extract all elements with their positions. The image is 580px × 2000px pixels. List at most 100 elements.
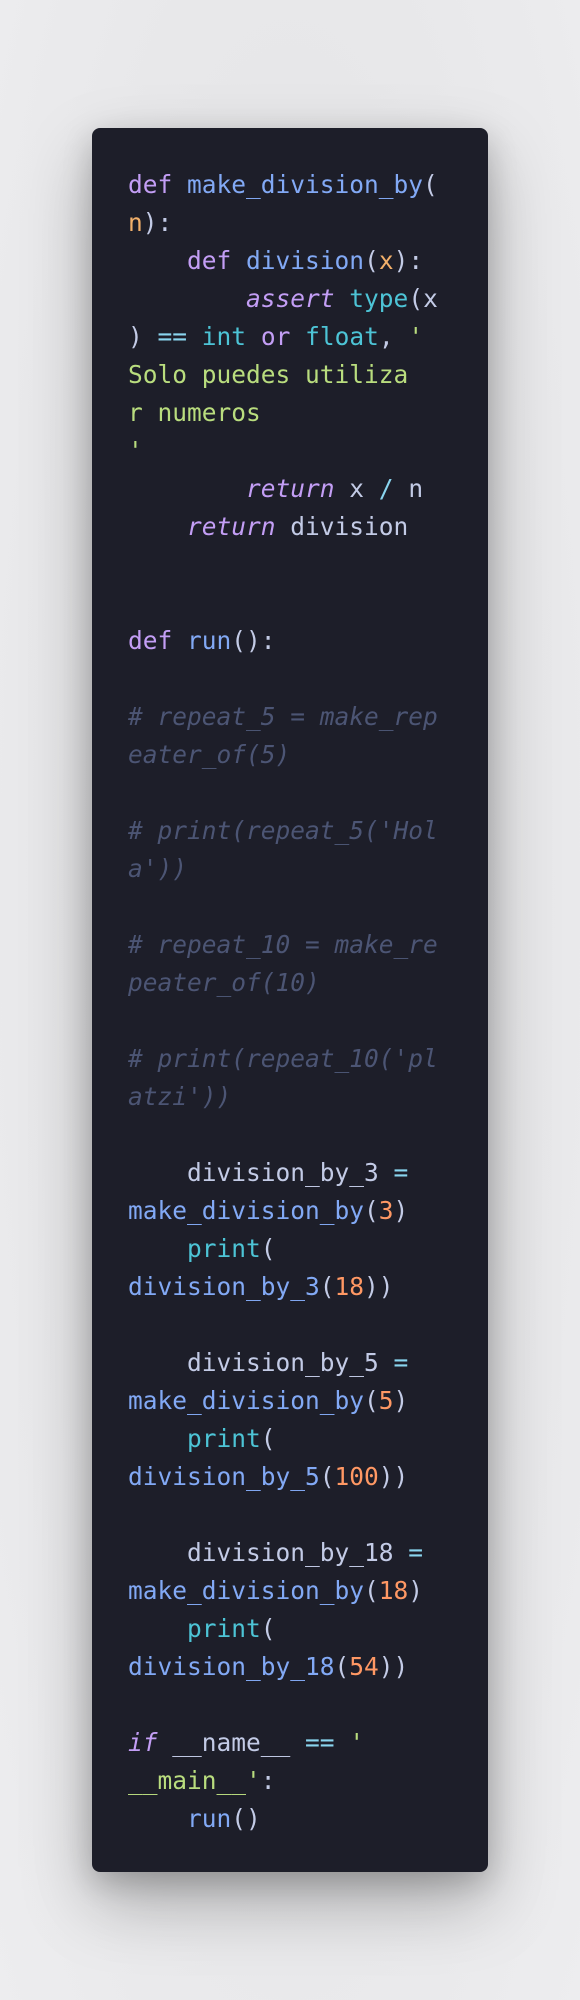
keyword-token: def [128,170,173,199]
function-token: make_division_by [128,1196,365,1225]
code-line: # print(repeat_10('pl [128,1040,464,1078]
text-token: ( [260,1614,276,1643]
code-line: def division(x): [128,242,464,280]
text-token: ( [423,170,438,199]
text-token: x [334,474,379,503]
function-token: make_division_by [128,1386,365,1415]
text-token: division [275,512,409,541]
function-token: run [187,626,232,655]
number-token: 18 [334,1272,365,1301]
comment-token: # repeat_10 = make_re [128,930,438,959]
code-line: return x / n [128,470,464,508]
comment-token: a')) [128,854,188,883]
keyword-token: def [128,626,173,655]
code-line: make_division_by(3) [128,1192,464,1230]
function-token: make_division_by [187,170,424,199]
code-line: print( [128,1230,464,1268]
text-token: : [260,1766,276,1795]
comment-token: # print(repeat_10('pl [128,1044,438,1073]
text-token: division_by_3 [128,1158,394,1187]
comment-token: atzi')) [128,1082,232,1111]
string-token: r numeros [128,398,261,427]
function-token: division_by_18 [128,1652,335,1681]
text-token: ( [364,1386,379,1415]
text-token: () [231,1804,261,1833]
operator-token: = [408,1538,424,1567]
builtin-token: int [201,322,247,351]
text-token: ) [128,322,158,351]
text-token: (): [231,626,276,655]
text-token: ) [393,1196,409,1225]
comment-token: # repeat_5 = make_rep [128,702,438,731]
parameter-token: x [378,246,394,275]
comment-token: peater_of(10) [128,968,320,997]
text-token: )) [378,1462,409,1491]
text-token: division_by_18 [128,1538,409,1567]
code-line: division_by_5(100)) [128,1458,464,1496]
text-token: x [423,284,438,313]
code-line: # repeat_5 = make_rep [128,698,464,736]
builtin-token: print [187,1234,261,1263]
text-token: ): [393,246,424,275]
code-line: assert type(x [128,280,464,318]
operator-token: == [305,1728,335,1757]
string-token: ' [349,1728,365,1757]
text-token: ( [319,1272,335,1301]
comment-token: eater_of(5) [128,740,291,769]
operator-token: / [378,474,394,503]
text-token: ( [364,1196,379,1225]
function-token: run [187,1804,232,1833]
operator-token: = [393,1158,409,1187]
parameter-token: n [128,208,143,237]
function-token: division_by_5 [128,1462,320,1491]
text-token: )) [364,1272,394,1301]
keyword-token: if [128,1728,158,1757]
operator-token: == [157,322,188,351]
number-token: 5 [378,1386,394,1415]
keyword-token: return [246,474,335,503]
text-token: ( [408,284,424,313]
code-line: ' [128,432,464,470]
text-token: __name__ [157,1728,306,1757]
text-token: division_by_5 [128,1348,394,1377]
code-line: make_division_by(5) [128,1382,464,1420]
code-line: peater_of(10) [128,964,464,1002]
code-line: # print(repeat_5('Hol [128,812,464,850]
text-token: )) [378,1652,409,1681]
operator-token: = [393,1348,409,1377]
function-token: division_by_3 [128,1272,320,1301]
text-token: , [378,322,409,351]
string-token: Solo puedes utiliza [128,360,409,389]
code-line: division_by_5 = [128,1344,464,1382]
text-token: n [393,474,424,503]
code-line: ) == int or float, ' [128,318,464,356]
code-line: n): [128,204,464,242]
text-token: ( [260,1234,276,1263]
builtin-token: float [305,322,379,351]
number-token: 18 [378,1576,409,1605]
number-token: 3 [378,1196,394,1225]
keyword-token: return [187,512,276,541]
